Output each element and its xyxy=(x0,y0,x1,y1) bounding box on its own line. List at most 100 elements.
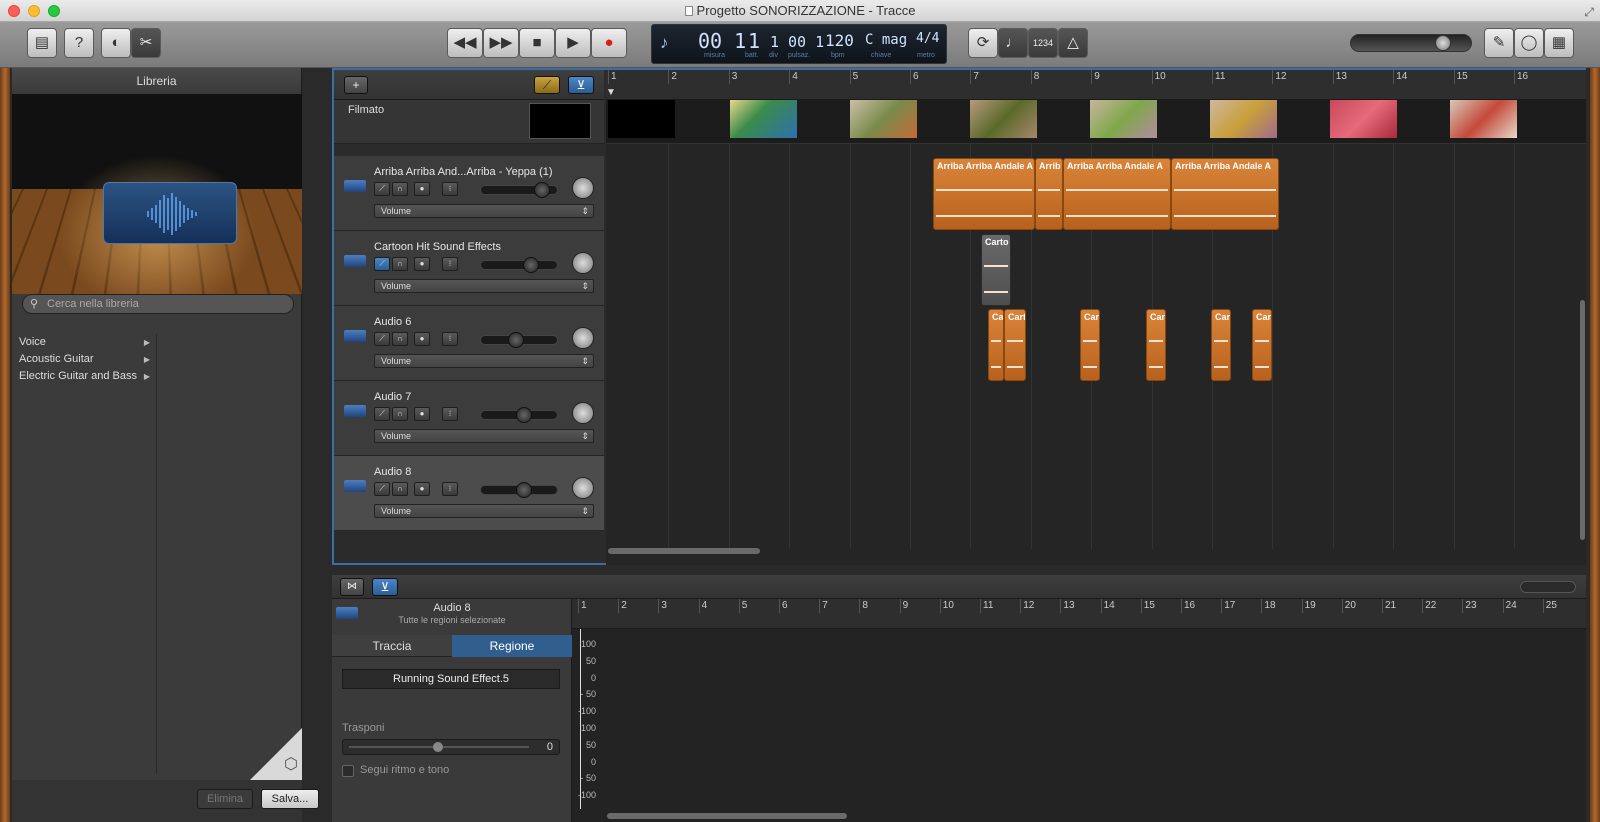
audio-region[interactable]: Arrib xyxy=(1035,158,1063,230)
mute-button[interactable]: ⟋ xyxy=(374,482,390,496)
follow-tempo-checkbox[interactable] xyxy=(342,765,354,777)
audio-region[interactable]: Ca xyxy=(988,309,1004,381)
volume-knob[interactable] xyxy=(508,332,524,348)
automation-toggle-button[interactable]: ⁝ xyxy=(442,257,458,271)
region-name-field[interactable]: Running Sound Effect.5 xyxy=(342,669,560,689)
save-button[interactable]: Salva... xyxy=(261,789,319,809)
pan-knob[interactable] xyxy=(572,177,594,199)
automation-toggle-button[interactable]: ⁝ xyxy=(442,407,458,421)
mute-button[interactable]: ⟋ xyxy=(374,407,390,421)
tracks-timeline[interactable]: 1 2 3 4 5 6 7 8 9 10 11 12 13 14 15 16 ▼ Arriba Arriba A… xyxy=(606,70,1586,565)
track-header[interactable]: Audio 8 ⟋ ∩ ● ⁝ Volume ⇕ xyxy=(334,456,604,531)
pan-knob[interactable] xyxy=(572,402,594,424)
playhead-marker-icon[interactable]: ▼ xyxy=(606,87,616,98)
track-volume-slider[interactable] xyxy=(480,182,558,198)
track-volume-slider[interactable] xyxy=(480,407,558,423)
record-enable-button[interactable]: ● xyxy=(414,332,430,346)
solo-headphones-button[interactable]: ∩ xyxy=(392,482,408,496)
play-button[interactable]: ▶ xyxy=(555,28,591,58)
lcd-display[interactable]: ♪ 00 1 misura 1 batt. 1 div 00 1 pulsaz.… xyxy=(651,24,947,64)
tab-region[interactable]: Regione xyxy=(452,635,572,657)
volume-knob[interactable] xyxy=(516,482,532,498)
library-search-input[interactable]: ⚲ Cerca nella libreria xyxy=(22,294,294,314)
volume-knob[interactable] xyxy=(534,182,550,198)
editor-catch-button[interactable]: ⋈ xyxy=(340,578,364,596)
media-browser-button[interactable]: ▦ xyxy=(1544,28,1574,58)
rewind-button[interactable]: ◀◀ xyxy=(447,28,483,58)
close-window-button[interactable] xyxy=(8,5,20,17)
volume-knob[interactable] xyxy=(516,407,532,423)
timeline-ruler[interactable]: 1 2 3 4 5 6 7 8 9 10 11 12 13 14 15 16 ▼ xyxy=(606,70,1586,100)
cycle-button[interactable]: ⟳ xyxy=(968,28,998,58)
tuner-button[interactable]: ♩ xyxy=(998,28,1028,58)
quick-help-button[interactable]: ? xyxy=(64,28,94,58)
editors-button[interactable]: ✂ xyxy=(131,28,161,58)
mute-button[interactable]: ⟋ xyxy=(374,182,390,196)
editor-flex-button[interactable]: ⊻ xyxy=(372,578,398,596)
automation-toggle-button[interactable]: ⁝ xyxy=(442,332,458,346)
tracks-horizontal-scrollbar[interactable] xyxy=(608,548,760,554)
metronome-button[interactable]: △ xyxy=(1058,28,1088,58)
library-item-voice[interactable]: Voice ▶ xyxy=(12,334,156,351)
audio-region[interactable]: Cart xyxy=(1004,309,1026,381)
record-button[interactable]: ● xyxy=(591,28,627,58)
smart-controls-button[interactable]: ◐ xyxy=(101,28,131,58)
track-header[interactable]: Cartoon Hit Sound Effects ⟋ ∩ ● ⁝ Volume ⇕ xyxy=(334,231,604,306)
tab-track[interactable]: Traccia xyxy=(332,635,452,657)
automation-select[interactable]: Volume ⇕ xyxy=(374,279,594,293)
audio-region[interactable]: Cart xyxy=(1080,309,1100,381)
audio-region[interactable]: Carto xyxy=(981,234,1011,306)
library-toggle-button[interactable]: ▤ xyxy=(27,28,57,58)
master-volume-knob[interactable] xyxy=(1435,35,1451,51)
loop-browser-button[interactable]: ◯ xyxy=(1514,28,1544,58)
automation-toggle-button[interactable]: ⁝ xyxy=(442,182,458,196)
solo-headphones-button[interactable]: ∩ xyxy=(392,332,408,346)
flex-button[interactable]: ⊻ xyxy=(568,76,594,94)
record-enable-button[interactable]: ● xyxy=(414,182,430,196)
library-item-electric-guitar[interactable]: Electric Guitar and Bass ▶ xyxy=(12,368,156,385)
pan-knob[interactable] xyxy=(572,477,594,499)
mute-button[interactable]: ⟋ xyxy=(374,332,390,346)
record-enable-button[interactable]: ● xyxy=(414,407,430,421)
fullscreen-icon[interactable]: ⤢ xyxy=(1584,2,1594,23)
master-volume-slider[interactable] xyxy=(1350,34,1472,52)
audio-region[interactable]: Cart xyxy=(1146,309,1166,381)
pan-knob[interactable] xyxy=(572,252,594,274)
editor-grid[interactable]: 1 2 3 4 5 6 7 8 9 10 11 12 13 14 15 16 17 18 19 20 21 22 23 24 2… xyxy=(572,599,1586,822)
count-in-button[interactable]: 1234 xyxy=(1028,28,1058,58)
mute-button[interactable]: ⟋ xyxy=(374,257,390,271)
track-volume-slider[interactable] xyxy=(480,332,558,348)
editor-horizontal-scrollbar[interactable] xyxy=(607,813,847,819)
record-enable-button[interactable]: ● xyxy=(414,257,430,271)
editor-zoom-slider[interactable] xyxy=(1520,581,1576,593)
add-track-button[interactable]: + xyxy=(344,76,368,94)
note-pad-button[interactable]: ✎ xyxy=(1484,28,1514,58)
volume-knob[interactable] xyxy=(523,257,539,273)
automation-toggle-button[interactable]: ⁝ xyxy=(442,482,458,496)
solo-headphones-button[interactable]: ∩ xyxy=(392,407,408,421)
audio-region[interactable]: Cart xyxy=(1211,309,1231,381)
automation-select[interactable]: Volume ⇕ xyxy=(374,429,594,443)
track-header[interactable]: Arriba Arriba And...Arriba - Yeppa (1) ⟋ ∩… xyxy=(334,156,604,231)
track-header[interactable]: Audio 7 ⟋ ∩ ● ⁝ Volume ⇕ xyxy=(334,381,604,456)
track-volume-slider[interactable] xyxy=(480,482,558,498)
transpose-slider[interactable]: 0 xyxy=(342,739,560,755)
minimize-window-button[interactable] xyxy=(28,5,40,17)
automation-button[interactable]: ⟋ xyxy=(534,76,560,94)
audio-region[interactable]: Cart xyxy=(1252,309,1272,381)
solo-headphones-button[interactable]: ∩ xyxy=(392,182,408,196)
movie-track-header[interactable]: Filmato xyxy=(334,100,604,144)
automation-select[interactable]: Volume ⇕ xyxy=(374,504,594,518)
record-enable-button[interactable]: ● xyxy=(414,482,430,496)
audio-region[interactable]: Arriba Arriba Andale A xyxy=(933,158,1035,230)
delete-button[interactable]: Elimina xyxy=(197,789,253,809)
track-volume-slider[interactable] xyxy=(480,257,558,273)
zoom-window-button[interactable] xyxy=(48,5,60,17)
pan-knob[interactable] xyxy=(572,327,594,349)
fast-forward-button[interactable]: ▶▶ xyxy=(483,28,519,58)
editor-ruler[interactable]: 1 2 3 4 5 6 7 8 9 10 11 12 13 14 15 16 17 18 19 20 21 22 23 24 2… xyxy=(572,599,1586,629)
audio-region[interactable]: Arriba Arriba Andale A xyxy=(1063,158,1171,230)
library-item-acoustic-guitar[interactable]: Acoustic Guitar ▶ xyxy=(12,351,156,368)
tracks-vertical-scrollbar[interactable] xyxy=(1580,300,1585,540)
solo-headphones-button[interactable]: ∩ xyxy=(392,257,408,271)
